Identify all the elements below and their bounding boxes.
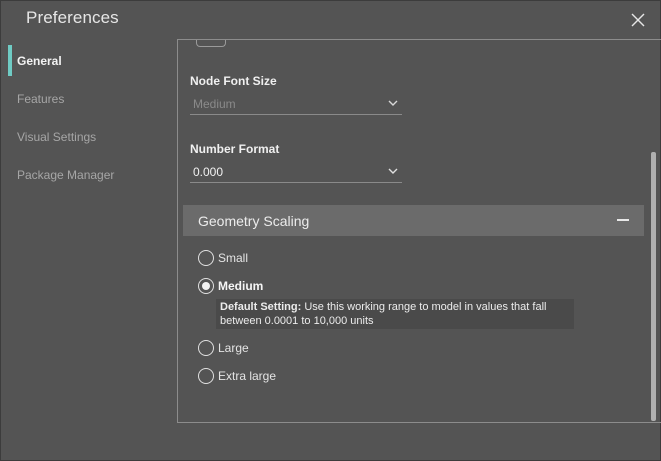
info-text: Use this working range to model in value…: [301, 301, 547, 313]
radio-button[interactable]: [198, 368, 214, 384]
scrolled-toggle-stub: [196, 40, 226, 47]
number-format-label: Number Format: [190, 142, 280, 156]
sidebar: General Features Visual Settings Package…: [1, 45, 176, 197]
sidebar-item-label: Features: [17, 92, 65, 106]
radio-label: Large: [218, 341, 249, 355]
window-title: Preferences: [26, 8, 119, 27]
radio-button[interactable]: [198, 340, 214, 356]
sidebar-item-label: Package Manager: [17, 168, 115, 182]
sidebar-item-features[interactable]: Features: [1, 83, 176, 121]
node-font-size-value: Medium: [193, 97, 236, 111]
sidebar-item-label: General: [17, 54, 62, 68]
info-text-2: between 0.0001 to 10,000 units: [220, 314, 374, 327]
chevron-down-icon: [388, 100, 398, 106]
chevron-down-icon: [388, 168, 398, 174]
number-format-value: 0.000: [193, 165, 224, 179]
sidebar-item-visual-settings[interactable]: Visual Settings: [1, 121, 176, 159]
minus-icon[interactable]: [617, 219, 629, 221]
radio-label: Small: [218, 251, 249, 265]
node-font-size-dropdown[interactable]: Medium: [190, 94, 402, 115]
sidebar-item-label: Visual Settings: [17, 130, 97, 144]
radio-label: Extra large: [218, 369, 277, 383]
node-font-size-label: Node Font Size: [190, 74, 277, 88]
settings-panel: Node Font Size Medium Number Format 0.00…: [177, 39, 661, 423]
number-format-dropdown[interactable]: 0.000: [190, 162, 402, 183]
vertical-scrollbar[interactable]: [651, 152, 656, 421]
section-title: Geometry Scaling: [198, 213, 310, 229]
close-button[interactable]: [628, 10, 648, 30]
default-setting-info: Default Setting: Use this working range …: [216, 299, 574, 329]
radio-label: Medium: [218, 279, 264, 293]
close-icon: [631, 13, 645, 27]
sidebar-item-package-manager[interactable]: Package Manager: [1, 159, 176, 197]
sidebar-item-general[interactable]: General: [1, 45, 176, 83]
info-key: Default Setting:: [220, 301, 302, 313]
radio-button[interactable]: [198, 278, 214, 294]
preferences-window: Preferences General Features Visual Sett…: [0, 0, 661, 461]
radio-button[interactable]: [198, 250, 214, 266]
geometry-scaling-header[interactable]: Geometry Scaling: [183, 205, 644, 236]
